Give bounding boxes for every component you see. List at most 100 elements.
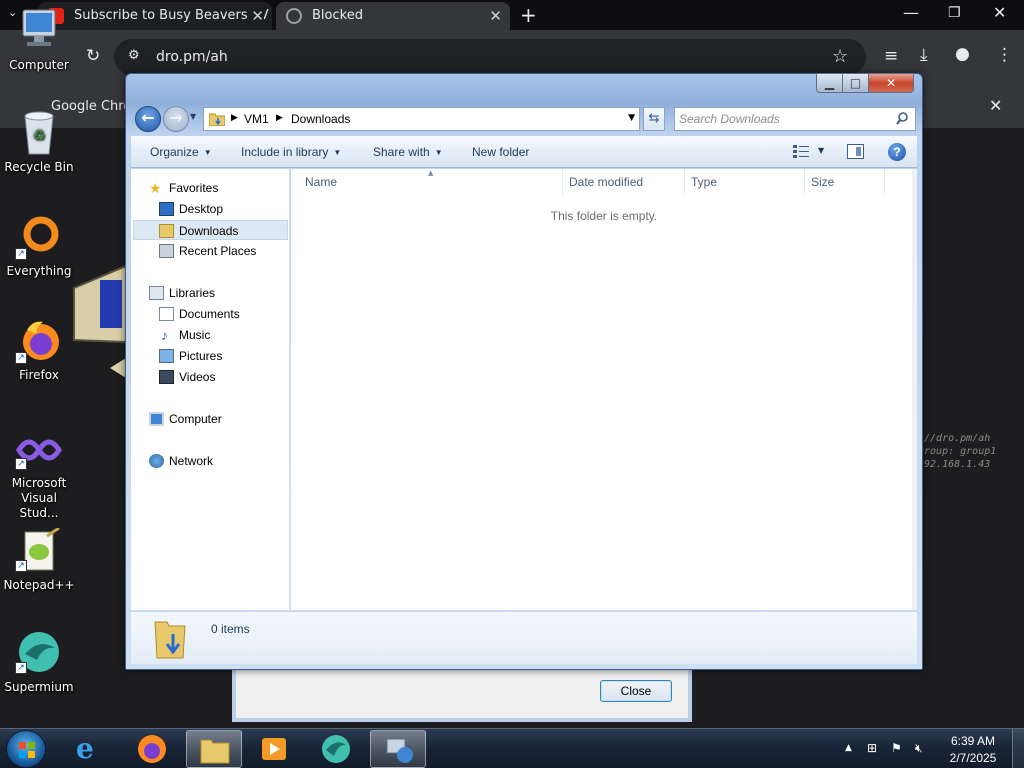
bookmark-star-icon[interactable]: ☆ [832,46,848,67]
tab-close-icon[interactable]: ✕ [247,7,264,25]
nav-label: Pictures [179,349,223,363]
empty-folder-message: This folder is empty. [550,209,658,223]
globe-favicon-icon [286,8,302,24]
navigation-pane: ★ Favorites Desktop Downloads Recent Pla… [131,169,290,610]
reload-icon[interactable]: ↻ [86,46,100,66]
dropdown-arrow-icon: ▼ [203,148,212,157]
breadcrumb-separator-icon[interactable]: ▶ [276,113,283,123]
taskbar-file-explorer[interactable] [186,730,242,768]
breadcrumb-separator-icon[interactable]: ▶ [231,113,238,123]
desktop-icon-supermium[interactable]: ↗ Supermium [1,630,77,694]
desktop-icon-everything[interactable]: ↗ Everything [1,212,77,278]
maximize-button[interactable]: □ [842,73,869,93]
desktop-icon-notepad-plus-plus[interactable]: ↗ Notepad++ [1,528,77,592]
desktop-icon-label: Supermium [4,680,74,694]
taskbar-network-app[interactable] [370,730,426,768]
desktop-icon-visual-studio[interactable]: ↗ Microsoft Visual Stud... [1,428,77,521]
profile-icon[interactable]: ● [955,44,970,64]
shortcut-arrow-icon: ↗ [15,248,27,260]
nav-label: Music [179,328,211,342]
nav-favorites[interactable]: ★ Favorites [133,178,288,198]
refresh-icon[interactable]: ⇆ [643,107,665,131]
search-box[interactable] [674,107,916,131]
nav-libraries[interactable]: Libraries [133,283,288,303]
network-computer-icon [386,738,413,763]
include-in-library-button[interactable]: Include in library ▼ [241,145,341,159]
downloads-folder-icon [154,621,186,659]
download-icon[interactable]: ⤓ [920,45,928,65]
background-dialog: Close [232,666,692,722]
taskbar-media-player[interactable] [246,730,302,768]
action-center-flag-icon[interactable]: ⚑ [891,741,902,755]
include-in-library-label: Include in library [241,145,329,159]
infobar-close-icon[interactable]: ✕ [989,96,1002,115]
restore-window-icon[interactable]: ❐ [948,5,961,21]
address-history-dropdown-icon[interactable]: ▼ [628,113,635,123]
desktop-icon-firefox[interactable]: ↗ Firefox [1,316,77,382]
preview-pane-icon[interactable] [847,144,864,159]
tab-close-icon[interactable]: ✕ [489,7,502,25]
new-folder-button[interactable]: New folder [472,145,529,159]
folder-icon [200,739,230,764]
videos-icon [159,370,174,384]
start-button[interactable] [6,730,46,768]
column-header-date-modified[interactable]: Date modified [563,169,685,195]
help-icon[interactable]: ? [888,143,906,161]
recycle-bin-icon: ♻ [24,111,54,155]
site-info-icon[interactable]: ⚙ [128,48,140,63]
nav-music[interactable]: ♪ Music [133,325,288,345]
nav-pictures[interactable]: Pictures [133,346,288,366]
column-header-type[interactable]: Type [685,169,805,195]
nav-label: Recent Places [179,244,257,258]
nav-recent-places[interactable]: Recent Places [133,241,288,261]
network-tray-icon[interactable]: ⊞ [867,741,877,755]
desktop-icon-recycle-bin[interactable]: ♻ Recycle Bin [1,108,77,174]
media-queue-icon[interactable]: ≡ [884,46,898,66]
show-desktop-button[interactable] [1012,729,1024,768]
breadcrumb-item[interactable]: Downloads [291,112,350,126]
nav-network[interactable]: Network [133,451,288,471]
terminal-line: ://dro.pm/ah [918,433,991,444]
nav-label: Favorites [169,181,219,195]
breadcrumb-item[interactable]: VM1 [244,112,269,126]
forward-button[interactable]: → [163,106,189,132]
desktop-icon-computer[interactable]: Computer [1,8,77,72]
nav-label: Libraries [169,286,216,300]
nav-computer[interactable]: Computer [133,409,288,429]
minimize-window-icon[interactable]: — [903,3,919,22]
vertical-scrollbar[interactable] [912,169,917,610]
search-input[interactable] [679,111,889,127]
nav-desktop[interactable]: Desktop [133,199,288,219]
close-window-icon[interactable]: ✕ [993,3,1006,22]
volume-muted-icon[interactable]: 🔇︎ [915,741,923,756]
nav-videos[interactable]: Videos [133,367,288,387]
window-close-button[interactable]: ✕ [868,73,914,93]
address-breadcrumb-bar[interactable]: ▶ VM1 ▶ Downloads ▼ [203,107,640,131]
clock-date[interactable]: 2/7/2025 [942,751,1004,765]
nav-downloads[interactable]: Downloads [133,220,288,240]
minimize-button[interactable]: ▁ [816,73,843,93]
recent-pages-dropdown-icon[interactable]: ▼ [190,112,196,121]
close-button[interactable]: Close [600,680,672,702]
taskbar-internet-explorer[interactable]: e [62,730,118,768]
back-button[interactable]: ← [135,106,161,132]
taskbar-supermium[interactable] [308,730,364,768]
search-icon[interactable] [896,111,909,127]
share-with-button[interactable]: Share with ▼ [373,145,443,159]
address-bar[interactable]: ⚙ dro.pm/ah ☆ [114,39,866,75]
taskbar-firefox[interactable] [124,730,180,768]
clock-time[interactable]: 6:39 AM [942,734,1004,748]
change-view-icon[interactable] [793,145,809,158]
more-menu-icon[interactable]: ⋮ [996,45,1013,65]
organize-button[interactable]: Organize ▼ [150,145,212,159]
tab-blocked[interactable]: Blocked ✕ [276,2,510,30]
more-views-dropdown-icon[interactable]: ▼ [818,146,824,155]
show-hidden-icons-icon[interactable]: ▲ [845,743,852,753]
column-header-size[interactable]: Size [805,169,885,195]
supermium-icon [322,735,350,763]
retro-computer-graphic-icon [73,264,126,378]
new-tab-plus-icon[interactable]: + [520,3,537,27]
desktop-icon-label: Computer [9,58,69,72]
nav-documents[interactable]: Documents [133,304,288,324]
dropdown-arrow-icon: ▼ [333,148,342,157]
